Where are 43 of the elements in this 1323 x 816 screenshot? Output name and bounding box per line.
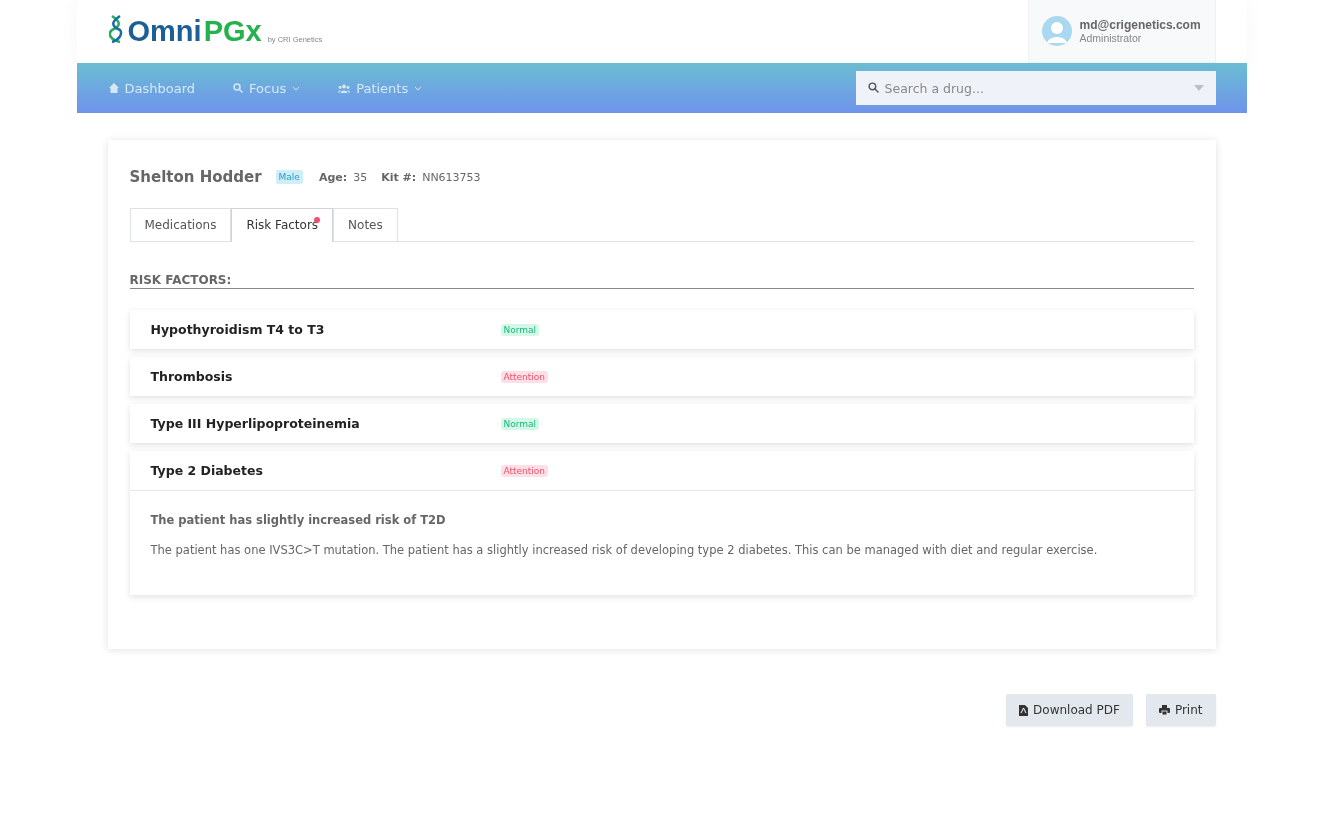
section-title: RISK FACTORS:: [129, 273, 1194, 289]
risk-factor-name: Hypothyroidism T4 to T3: [150, 322, 326, 337]
search-field[interactable]: Search a drug...: [855, 71, 1216, 105]
avatar-icon: [1041, 16, 1072, 46]
logo-text: Omni: [127, 17, 202, 46]
print-button[interactable]: Print: [1145, 694, 1216, 726]
dropdown-caret-icon: [1193, 85, 1204, 91]
people-icon: [338, 83, 351, 93]
search-icon: [867, 82, 879, 93]
risk-factor-panel[interactable]: Hypothyroidism T4 to T3 Normal: [129, 310, 1194, 349]
search-icon: [233, 83, 244, 93]
risk-factor-name: Type III Hyperlipoproteinemia: [150, 416, 361, 431]
user-panel[interactable]: md@crigenetics.com Administrator: [1027, 0, 1216, 63]
detail-title: The patient has slightly increased risk of T2D: [150, 513, 447, 527]
patient-name: Shelton Hodder: [129, 168, 262, 186]
pdf-file-icon: [1019, 704, 1029, 716]
age-value: 35: [353, 170, 368, 184]
status-tag: Attention: [500, 464, 549, 477]
tab[interactable]: Risk Factors: [231, 208, 334, 242]
risk-factor-name: Thrombosis: [150, 369, 234, 384]
risk-factor-panel[interactable]: Thrombosis Attention: [129, 357, 1194, 396]
tab[interactable]: Notes: [333, 208, 398, 241]
kit-label: Kit #:: [381, 170, 417, 184]
download-pdf-button[interactable]: Download PDF: [1006, 694, 1133, 726]
logo-text-accent: PGx: [203, 17, 262, 46]
risk-factor-panel[interactable]: [129, 451, 1194, 595]
dna-icon: [108, 14, 123, 44]
user-email: md@crigenetics.com: [1079, 18, 1201, 32]
status-tag: Attention: [500, 370, 549, 383]
tab[interactable]: Medications: [129, 208, 232, 241]
detail-text: The patient has one IVS3C>T mutation. The patient has a slightly increased risk of developing type 2 diabetes. This can be managed with diet and regular exercise.: [150, 543, 1099, 557]
chevron-down-icon: [292, 85, 301, 91]
kit-value: NN613753: [422, 170, 481, 184]
status-tag: Normal: [500, 323, 540, 336]
status-tag: Normal: [500, 417, 540, 430]
chevron-down-icon: [414, 85, 423, 91]
sex-tag: Male: [275, 170, 303, 184]
risk-factor-name: Type 2 Diabetes: [150, 463, 264, 478]
age-label: Age:: [318, 170, 348, 184]
home-icon: [108, 83, 119, 93]
printer-icon: [1158, 705, 1170, 715]
risk-factor-panel[interactable]: Type III Hyperlipoproteinemia Normal: [129, 404, 1194, 443]
user-role: Administrator: [1079, 32, 1143, 44]
